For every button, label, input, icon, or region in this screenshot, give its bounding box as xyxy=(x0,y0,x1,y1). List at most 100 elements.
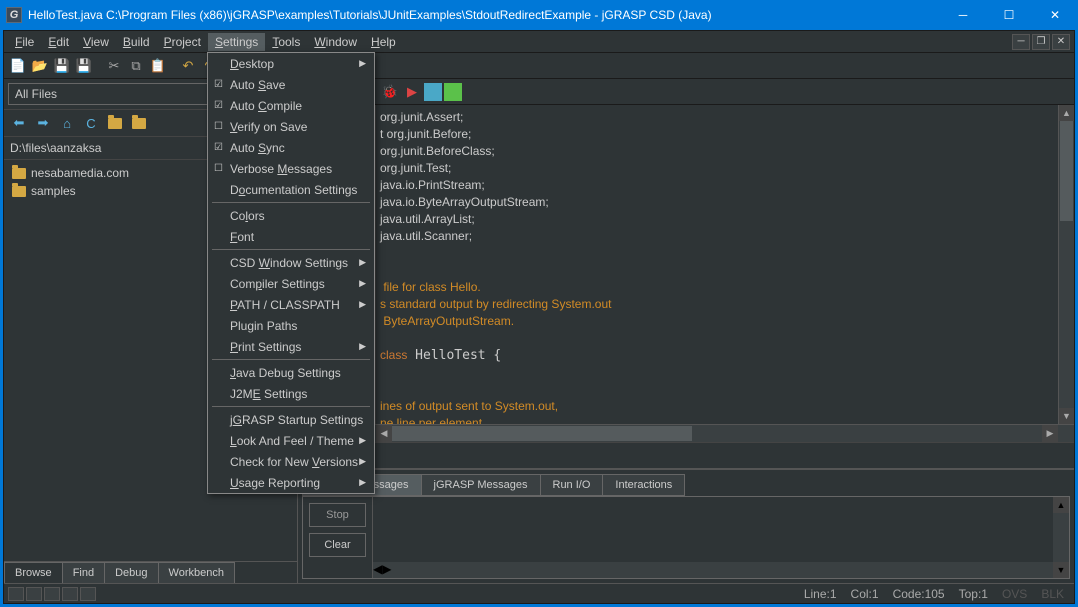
menu-item-auto-compile[interactable]: ☑Auto Compile xyxy=(208,95,374,116)
menu-view[interactable]: View xyxy=(76,33,116,51)
folder-icon xyxy=(12,186,26,197)
tab-interactions[interactable]: Interactions xyxy=(602,474,685,496)
menu-item-auto-save[interactable]: ☑Auto Save xyxy=(208,74,374,95)
tab-run-io[interactable]: Run I/O xyxy=(540,474,604,496)
status-btn[interactable] xyxy=(26,587,42,601)
debug-icon[interactable]: 🐞 xyxy=(380,82,400,102)
mdi-minimize[interactable]: ─ xyxy=(1012,34,1030,50)
run-icon[interactable]: ▶ xyxy=(402,82,422,102)
scroll-down-icon[interactable]: ▼ xyxy=(1059,408,1074,424)
status-line: Line:1 xyxy=(804,587,837,601)
open-icon[interactable]: 📂 xyxy=(30,56,50,76)
app-frame: File Edit View Build Project Settings To… xyxy=(3,30,1075,604)
menu-build[interactable]: Build xyxy=(116,33,157,51)
editor-tabs: st.java xyxy=(298,442,1074,468)
menu-item-auto-sync[interactable]: ☑Auto Sync xyxy=(208,137,374,158)
scroll-thumb[interactable] xyxy=(1060,121,1073,221)
menu-edit[interactable]: Edit xyxy=(41,33,76,51)
undo-icon[interactable]: ↶ xyxy=(178,56,198,76)
folder-icon[interactable] xyxy=(128,113,150,133)
stop-button[interactable]: Stop xyxy=(309,503,366,527)
menu-project[interactable]: Project xyxy=(157,33,208,51)
menu-item-verify-on-save[interactable]: ☐Verify on Save xyxy=(208,116,374,137)
copy-icon[interactable]: ⧉ xyxy=(126,56,146,76)
menu-item-csd-window-settings[interactable]: CSD Window Settings▶ xyxy=(208,252,374,273)
right-pane: 🐞 ▶ org.junit.Assert; t org.junit.Before… xyxy=(298,79,1074,583)
menu-item-compiler-settings[interactable]: Compiler Settings▶ xyxy=(208,273,374,294)
menu-item-j2me-settings[interactable]: J2ME Settings xyxy=(208,383,374,404)
tab-debug[interactable]: Debug xyxy=(104,562,158,583)
menu-item-look-and-feel-theme[interactable]: Look And Feel / Theme▶ xyxy=(208,430,374,451)
menu-help[interactable]: Help xyxy=(364,33,403,51)
bottom-panel: Compile Messages jGRASP Messages Run I/O… xyxy=(298,468,1074,583)
settings-dropdown: Desktop▶☑Auto Save☑Auto Compile☐Verify o… xyxy=(207,52,375,494)
save-as-icon[interactable]: 💾 xyxy=(74,56,94,76)
file-filter-label: All Files xyxy=(15,87,57,101)
scroll-up-icon[interactable]: ▲ xyxy=(1059,105,1074,121)
maximize-button[interactable]: ☐ xyxy=(986,0,1032,30)
toolbar: 📄 📂 💾 💾 ✂ ⧉ 📋 ↶ ↷ xyxy=(4,53,1074,79)
menu-bar: File Edit View Build Project Settings To… xyxy=(4,31,1074,53)
horizontal-scrollbar[interactable]: ◀ ▶ xyxy=(298,424,1074,442)
scroll-left-icon[interactable]: ◀ xyxy=(376,425,392,442)
status-btn[interactable] xyxy=(44,587,60,601)
msg-vscroll[interactable]: ▲ ▼ xyxy=(1053,497,1069,578)
status-btn[interactable] xyxy=(80,587,96,601)
menu-item-print-settings[interactable]: Print Settings▶ xyxy=(208,336,374,357)
save-icon[interactable]: 💾 xyxy=(52,56,72,76)
app-icon: G xyxy=(6,7,22,23)
menu-item-font[interactable]: Font xyxy=(208,226,374,247)
menu-item-verbose-messages[interactable]: ☐Verbose Messages xyxy=(208,158,374,179)
menu-tools[interactable]: Tools xyxy=(265,33,307,51)
status-btn[interactable] xyxy=(62,587,78,601)
refresh-icon[interactable]: C xyxy=(80,113,102,133)
close-button[interactable]: ✕ xyxy=(1032,0,1078,30)
tab-workbench[interactable]: Workbench xyxy=(158,562,235,583)
menu-item-java-debug-settings[interactable]: Java Debug Settings xyxy=(208,362,374,383)
paste-icon[interactable]: 📋 xyxy=(148,56,168,76)
status-blk: BLK xyxy=(1041,587,1064,601)
hscroll-thumb[interactable] xyxy=(392,426,692,441)
minimize-button[interactable]: ─ xyxy=(940,0,986,30)
menu-item-plugin-paths[interactable]: Plugin Paths xyxy=(208,315,374,336)
msg-hscroll[interactable]: ◀▶ xyxy=(373,562,1053,578)
code-editor[interactable]: org.junit.Assert; t org.junit.Before; or… xyxy=(376,105,1058,424)
nav-fwd-icon[interactable]: ➡ xyxy=(32,113,54,133)
menu-item-usage-reporting[interactable]: Usage Reporting▶ xyxy=(208,472,374,493)
menu-settings[interactable]: Settings xyxy=(208,33,265,51)
editor-area: org.junit.Assert; t org.junit.Before; or… xyxy=(298,105,1074,424)
nav-home-icon[interactable]: ⌂ xyxy=(56,113,78,133)
menu-file[interactable]: File xyxy=(8,33,41,51)
tab-jgrasp-messages[interactable]: jGRASP Messages xyxy=(421,474,541,496)
new-file-icon[interactable]: 📄 xyxy=(8,56,28,76)
box2-icon[interactable] xyxy=(444,83,462,101)
status-code: Code:105 xyxy=(893,587,945,601)
vertical-scrollbar[interactable]: ▲ ▼ xyxy=(1058,105,1074,424)
status-btn[interactable] xyxy=(8,587,24,601)
message-area[interactable]: ◀▶ ▲ ▼ xyxy=(373,497,1069,578)
left-tabs: Browse Find Debug Workbench xyxy=(4,561,297,583)
menu-item-colors[interactable]: Colors xyxy=(208,205,374,226)
folder-up-icon[interactable] xyxy=(104,113,126,133)
tab-browse[interactable]: Browse xyxy=(4,562,63,583)
editor-toolbar: 🐞 ▶ xyxy=(298,79,1074,105)
menu-window[interactable]: Window xyxy=(307,33,364,51)
menu-item-check-for-new-versions[interactable]: Check for New Versions▶ xyxy=(208,451,374,472)
clear-button[interactable]: Clear xyxy=(309,533,366,557)
tab-find[interactable]: Find xyxy=(62,562,105,583)
menu-item-jgrasp-startup-settings[interactable]: jGRASP Startup Settings xyxy=(208,409,374,430)
menu-item-path-classpath[interactable]: PATH / CLASSPATH▶ xyxy=(208,294,374,315)
menu-item-desktop[interactable]: Desktop▶ xyxy=(208,53,374,74)
mdi-close[interactable]: ✕ xyxy=(1052,34,1070,50)
status-top: Top:1 xyxy=(959,587,988,601)
cut-icon[interactable]: ✂ xyxy=(104,56,124,76)
box1-icon[interactable] xyxy=(424,83,442,101)
status-bar: Line:1 Col:1 Code:105 Top:1 OVS BLK xyxy=(4,583,1074,603)
nav-back-icon[interactable]: ⬅ xyxy=(8,113,30,133)
folder-icon xyxy=(12,168,26,179)
scroll-right-icon[interactable]: ▶ xyxy=(1042,425,1058,442)
menu-item-documentation-settings[interactable]: Documentation Settings xyxy=(208,179,374,200)
mdi-restore[interactable]: ❐ xyxy=(1032,34,1050,50)
status-col: Col:1 xyxy=(851,587,879,601)
file-filter-combo[interactable]: All Files ▼ xyxy=(8,83,232,105)
